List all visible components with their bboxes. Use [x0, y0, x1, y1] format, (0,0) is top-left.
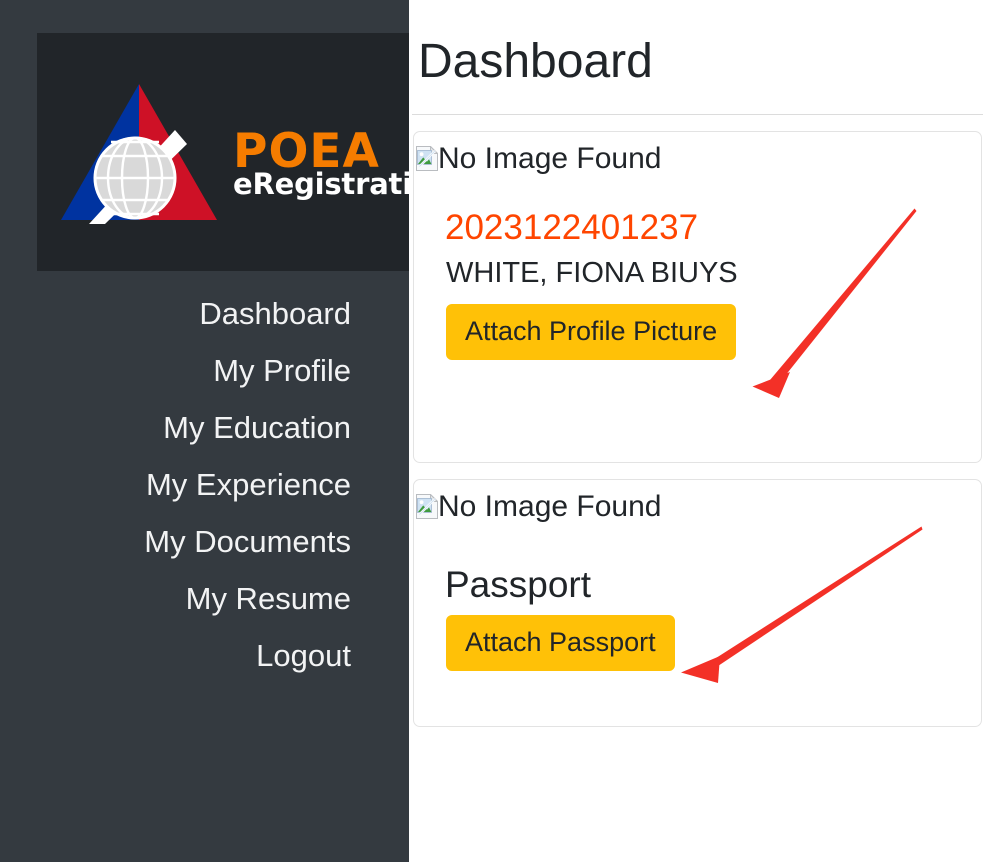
- reference-number: 2023122401237: [445, 207, 699, 247]
- passport-heading: Passport: [445, 563, 592, 605]
- sidebar-item-my-education[interactable]: My Education: [163, 399, 351, 456]
- profile-picture-missing-label: No Image Found: [438, 141, 662, 175]
- sidebar-item-logout[interactable]: Logout: [256, 627, 351, 684]
- broken-image-icon: [416, 146, 438, 172]
- sidebar-item-my-experience[interactable]: My Experience: [146, 456, 351, 513]
- sidebar-item-my-resume[interactable]: My Resume: [186, 570, 351, 627]
- sidebar-nav: Dashboard My Profile My Education My Exp…: [0, 285, 409, 684]
- profile-picture-image-slot: No Image Found: [414, 141, 981, 175]
- main-content: Dashboard No Image Found 2023122401237 W…: [409, 0, 997, 862]
- sidebar-item-my-profile[interactable]: My Profile: [213, 342, 351, 399]
- passport-card: No Image Found Passport Attach Passport: [413, 478, 982, 727]
- sidebar: POEA eRegistration Dashboard My Profile …: [0, 0, 409, 862]
- passport-missing-label: No Image Found: [438, 489, 662, 523]
- brand-logo-panel: POEA eRegistration: [37, 33, 409, 271]
- sidebar-item-dashboard[interactable]: Dashboard: [199, 285, 351, 342]
- broken-image-icon: [416, 494, 438, 520]
- app-root: POEA eRegistration Dashboard My Profile …: [0, 0, 997, 862]
- attach-profile-picture-button[interactable]: Attach Profile Picture: [446, 303, 737, 360]
- passport-image-slot: No Image Found: [414, 489, 981, 523]
- brand-wordmark: POEA eRegistration: [233, 128, 409, 202]
- title-divider: [412, 113, 983, 115]
- profile-picture-card: No Image Found 2023122401237 WHITE, FION…: [413, 130, 982, 463]
- poea-triangle-globe-logo-icon: [49, 72, 229, 232]
- brand-title-secondary: eRegistration: [233, 167, 409, 202]
- applicant-name: WHITE, FIONA BIUYS: [446, 256, 738, 289]
- attach-passport-button[interactable]: Attach Passport: [446, 614, 675, 671]
- page-title: Dashboard: [418, 35, 653, 88]
- sidebar-item-my-documents[interactable]: My Documents: [144, 513, 351, 570]
